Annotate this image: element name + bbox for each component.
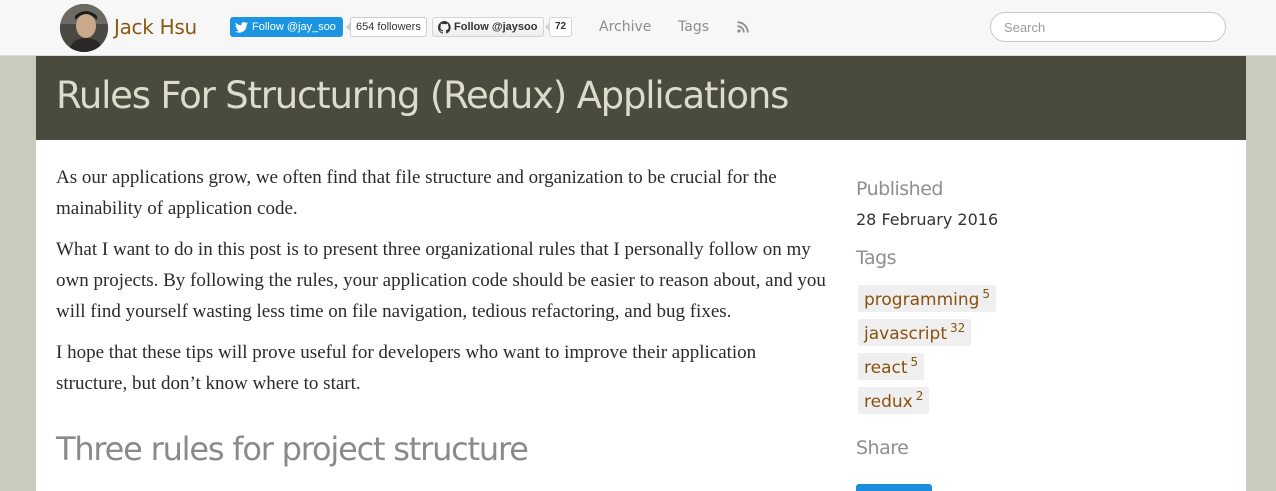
github-follow-button[interactable]: Follow @jaysoo	[432, 17, 545, 37]
twitter-follow-label: Follow @jay_soo	[252, 21, 336, 33]
tag-label: programming	[864, 290, 980, 310]
top-navbar: Jack Hsu Follow @jay_soo 654 followers F…	[0, 0, 1276, 56]
article-paragraph: As our applications grow, we often find …	[56, 167, 777, 219]
github-follow-label: Follow @jaysoo	[454, 21, 538, 33]
tag-programming[interactable]: programming 5	[858, 285, 997, 312]
tags-heading: Tags	[856, 247, 897, 269]
share-button[interactable]	[856, 484, 932, 491]
tag-javascript[interactable]: javascript 32	[858, 319, 972, 346]
avatar[interactable]	[60, 4, 108, 52]
github-follower-count[interactable]: 72	[544, 17, 573, 37]
tag-count: 32	[950, 321, 966, 335]
search-input[interactable]	[990, 12, 1226, 42]
published-date: 28 February 2016	[856, 210, 999, 229]
article-body: As our applications grow, we often find …	[56, 162, 826, 409]
rss-icon[interactable]	[737, 21, 749, 33]
tag-count: 2	[915, 389, 924, 403]
post-title: Rules For Structuring (Redux) Applicatio…	[56, 74, 789, 117]
tag-label: react	[864, 358, 908, 378]
tag-count: 5	[910, 355, 919, 369]
nav-archive-link[interactable]: Archive	[599, 19, 651, 35]
github-octocat-icon	[438, 20, 451, 34]
tag-label: redux	[864, 392, 913, 412]
twitter-follower-count[interactable]: 654 followers	[346, 17, 427, 37]
tag-list: programming 5 javascript 32 react 5 redux 2	[856, 285, 1156, 421]
twitter-bird-icon	[235, 21, 248, 33]
tag-react[interactable]: react 5	[858, 353, 925, 380]
share-heading: Share	[856, 437, 909, 459]
nav-tags-link[interactable]: Tags	[678, 19, 709, 35]
site-title[interactable]: Jack Hsu	[114, 15, 197, 39]
tag-label: javascript	[864, 324, 947, 344]
section-heading: Three rules for project structure	[56, 430, 529, 468]
article-paragraph: What I want to do in this post is to pre…	[56, 239, 826, 322]
twitter-follow-button[interactable]: Follow @jay_soo	[230, 17, 343, 37]
post-title-banner: Rules For Structuring (Redux) Applicatio…	[36, 56, 1246, 140]
tag-redux[interactable]: redux 2	[858, 387, 930, 414]
post-sidebar: Published 28 February 2016 Tags programm…	[856, 178, 1156, 491]
tag-count: 5	[982, 287, 991, 301]
content-panel: As our applications grow, we often find …	[36, 140, 1246, 491]
published-heading: Published	[856, 178, 943, 200]
article-paragraph: I hope that these tips will prove useful…	[56, 342, 757, 394]
